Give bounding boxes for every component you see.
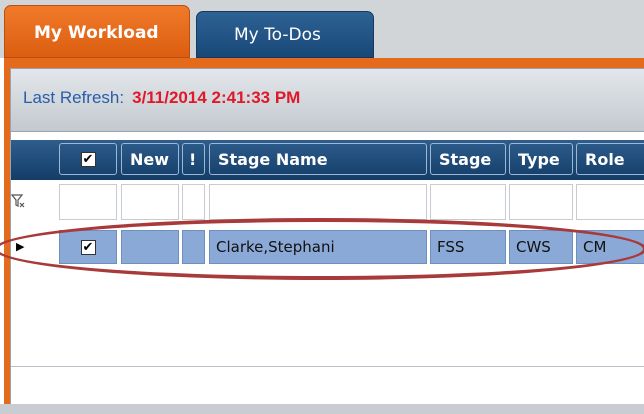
filter-cell-role[interactable] xyxy=(576,184,644,220)
cell-stage-name[interactable]: Clarke,Stephani xyxy=(209,230,427,264)
bottom-strip xyxy=(0,404,644,414)
filter-cell-type[interactable] xyxy=(509,184,573,220)
tab-my-todos[interactable]: My To-Dos xyxy=(196,11,374,58)
cell-flag[interactable] xyxy=(182,230,205,264)
column-header-stage[interactable]: Stage xyxy=(430,143,506,175)
column-header-role[interactable]: Role xyxy=(576,143,644,175)
filter-cell-stage[interactable] xyxy=(430,184,506,220)
tab-my-workload-label: My Workload xyxy=(34,23,159,43)
grid-footer-divider xyxy=(11,366,644,367)
filter-cell-stage-name[interactable] xyxy=(209,184,427,220)
column-header-new-label: New xyxy=(130,149,170,169)
column-header-stage-name-label: Stage Name xyxy=(218,149,328,169)
tab-my-workload[interactable]: My Workload xyxy=(4,5,190,58)
cell-type[interactable]: CWS xyxy=(509,230,573,264)
column-header-new[interactable]: New xyxy=(121,143,179,175)
grid-header: ✔ New ! Stage Name Stage Type Role xyxy=(11,140,644,180)
column-header-role-label: Role xyxy=(585,149,625,169)
column-header-stage-name[interactable]: Stage Name xyxy=(209,143,427,175)
funnel-clear-icon[interactable] xyxy=(10,194,25,212)
column-header-type-label: Type xyxy=(518,149,560,169)
row-select-checkbox[interactable]: ✔ xyxy=(80,239,96,255)
table-row[interactable]: ▶ ✔ Clarke,Stephani FSS CWS CM xyxy=(11,226,644,268)
tab-my-todos-label: My To-Dos xyxy=(234,25,321,45)
filter-cell-flag[interactable] xyxy=(182,184,205,220)
filter-row xyxy=(10,180,644,227)
select-all-checkbox[interactable]: ✔ xyxy=(80,151,96,167)
column-header-stage-label: Stage xyxy=(439,149,492,169)
row-indicator-icon: ▶ xyxy=(16,240,25,253)
column-header-type[interactable]: Type xyxy=(509,143,573,175)
filter-cell-select[interactable] xyxy=(59,184,117,220)
funnel-clear-icon-svg xyxy=(10,194,25,208)
last-refresh: Last Refresh: 3/11/2014 2:41:33 PM xyxy=(23,88,300,108)
cell-role[interactable]: CM xyxy=(576,230,644,264)
filter-cell-new[interactable] xyxy=(121,184,179,220)
tab-strip: My Workload My To-Dos xyxy=(0,0,644,58)
last-refresh-label: Last Refresh: xyxy=(23,88,125,107)
row-select-cell[interactable]: ✔ xyxy=(59,230,117,264)
cell-new[interactable] xyxy=(121,230,179,264)
column-header-flag-label: ! xyxy=(189,149,197,169)
refresh-bar: Last Refresh: 3/11/2014 2:41:33 PM xyxy=(11,69,644,132)
last-refresh-value: 3/11/2014 2:41:33 PM xyxy=(132,88,301,107)
workload-app: My Workload My To-Dos Last Refresh: 3/11/… xyxy=(0,0,644,414)
column-header-flag[interactable]: ! xyxy=(182,143,205,175)
header-select-all[interactable]: ✔ xyxy=(59,143,117,175)
cell-stage[interactable]: FSS xyxy=(430,230,506,264)
